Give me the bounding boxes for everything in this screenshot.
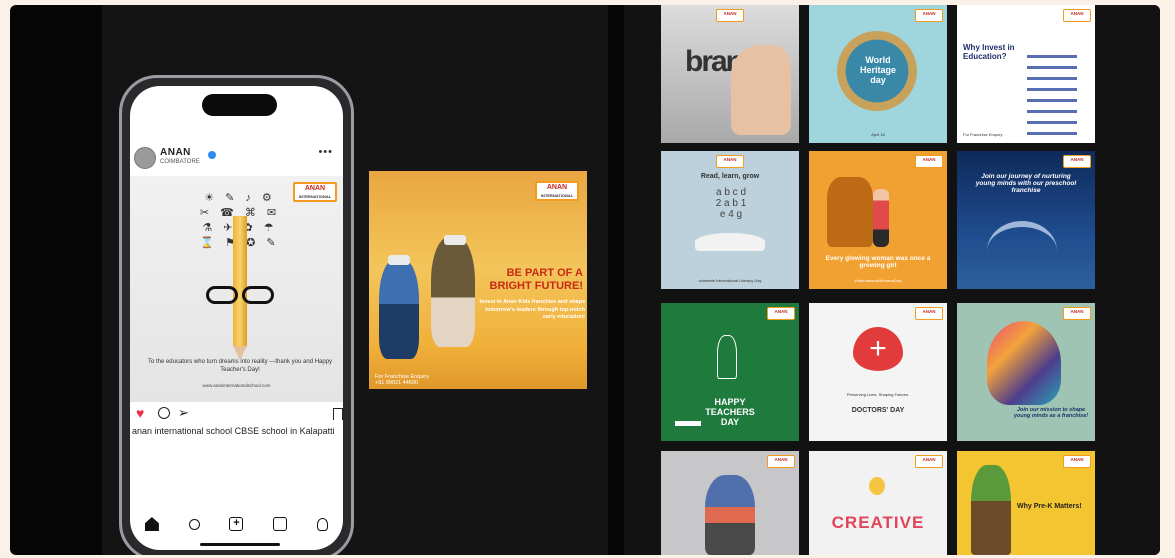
heart-cross-icon: + [853,327,903,371]
school-logo: ANAN INTERNATIONAL [293,182,337,202]
grid-tile-heritage[interactable]: ANAN World Heritage day April 18 [809,5,947,143]
tile-text: DOCTORS' DAY [851,407,905,414]
post-header: ANAN COIMBATORE ••• [130,144,343,180]
search-icon[interactable] [188,518,200,530]
open-book-illustration [695,233,765,251]
grid-tile-mission[interactable]: ANAN Join our mission to shape young min… [957,303,1095,441]
tile-text: Read, learn, grow [700,173,760,180]
showcase-frame: ANAN COIMBATORE ••• ANAN INTERNATIONAL ☀ … [10,5,1160,555]
post-caption: anan international school CBSE school in… [132,426,335,436]
grid-tile-doctors[interactable]: ANAN + Preserving Lives, Shaping Futures… [809,303,947,441]
books-illustration [1027,55,1077,135]
franchise-headline: BE PART OF A BRIGHT FUTURE! [489,267,584,292]
school-logo: ANAN [915,155,943,168]
school-logo: ANAN [1063,155,1091,168]
phone-screen: ANAN COIMBATORE ••• ANAN INTERNATIONAL ☀ … [130,86,343,550]
bookmark-icon[interactable] [333,408,343,420]
ellipsis-icon[interactable]: ••• [318,146,333,158]
woman-shadow-illustration [827,177,873,247]
bottom-nav: + [130,512,343,536]
pencil-illustration [233,216,247,346]
verified-icon [208,151,216,159]
school-logo: ANAN [767,307,795,320]
post-actions: ♥ ➢ [136,405,343,422]
heart-icon[interactable]: ♥ [136,406,144,420]
tile-text: CREATIVE [831,513,925,532]
home-icon[interactable] [144,517,159,531]
girl-illustration [873,189,889,247]
tile-text: Join our mission to shape young minds as… [1013,407,1089,419]
home-indicator [200,543,280,546]
chalk-figure-illustration [717,335,737,379]
grid-tile-journey[interactable]: ANAN Join our journey of nurturing young… [957,151,1095,289]
letters-illustration: a b c d2 a b 1e 4 g [715,187,747,220]
avatar[interactable] [134,147,156,169]
tile-text: Why Pre-K Matters! [1017,503,1082,510]
school-logo: ANAN [1063,9,1091,22]
school-logo: ANAN [915,307,943,320]
post-message: To the educators who turn dreams into re… [147,359,333,373]
tile-text: Why Invest in Education? [963,43,1015,61]
enquiry-phone: +91 99021 44600 [375,380,418,386]
grid-tile-brand[interactable]: ANAN brand [661,5,799,143]
tile-subtext: For Franchise Enquiry [963,132,1003,137]
grid-tile-invest[interactable]: ANAN Why Invest in Education? For Franch… [957,5,1095,143]
profile-icon[interactable] [317,517,329,531]
grid-tile-literacy[interactable]: ANAN Read, learn, grow a b c d2 a b 1e 4… [661,151,799,289]
franchise-body: Invest in Anan Kids franchise and shape … [479,299,585,320]
vr-headset-icon [444,235,466,245]
tile-subtext: #InternationalWomensDay [854,278,902,283]
account-location: COIMBATORE [160,159,200,165]
franchise-post[interactable]: ANAN INTERNATIONAL BE PART OF A BRIGHT FU… [369,171,587,389]
tree-illustration [971,465,1011,555]
tile-text: HAPPY TEACHERS DAY [705,397,755,427]
school-logo: ANAN [716,155,744,168]
grid-tile-creative[interactable]: ANAN CREATIVE [809,451,947,555]
franchise-enquiry: For Franchise Enquiry +91 99021 44600 [375,374,429,386]
tile-text: Every glowing woman was once a growing g… [825,255,931,269]
chalk-icon [675,421,701,426]
school-logo: ANAN INTERNATIONAL [535,181,579,201]
create-icon[interactable]: + [229,517,244,531]
school-logo: ANAN [767,455,795,468]
school-logo: ANAN [1063,307,1091,320]
school-logo: ANAN [915,455,943,468]
account-name[interactable]: ANAN [160,147,191,158]
vr-headset-icon [388,255,410,265]
bulb-icon [869,477,885,495]
share-icon[interactable]: ➢ [178,405,189,421]
grid-tile-prek[interactable]: ANAN Why Pre-K Matters! [957,451,1095,555]
grid-tile-runner[interactable]: ANAN [661,451,799,555]
hand-illustration [731,45,791,135]
reels-icon[interactable] [273,517,288,531]
boy-figure [379,259,419,359]
school-logo: ANAN [1063,455,1091,468]
path-illustration [987,221,1057,281]
comment-icon[interactable] [158,407,170,419]
post-image[interactable]: ANAN INTERNATIONAL ☀ ✎ ♪ ⚙ ✂ ☎ ⌘ ✉ ⚗ ✈ ✿ ☂ ⌛… [130,176,343,402]
tile-subtext: celebrate International Literacy Day [698,278,762,283]
grid-tile-women[interactable]: ANAN Every glowing woman was once a grow… [809,151,947,289]
school-logo: ANAN [716,9,744,22]
girl-figure [431,237,475,347]
glasses-illustration [200,286,280,306]
tile-text: Join our journey of nurturing young mind… [975,173,1077,194]
school-logo: ANAN [915,9,943,22]
head-illustration [987,321,1061,405]
post-website: www.ananinternationalschool.com [202,383,271,388]
grid-tile-teachers[interactable]: ANAN HAPPY TEACHERS DAY [661,303,799,441]
tile-text: World Heritage day [859,55,896,85]
dynamic-island [202,94,277,116]
tile-subtext: April 18 [871,132,885,137]
phone-mockup: ANAN COIMBATORE ••• ANAN INTERNATIONAL ☀ … [119,75,354,555]
runner-illustration [705,475,755,555]
tile-subtext: Preserving Lives, Shaping Futures. [846,392,910,397]
